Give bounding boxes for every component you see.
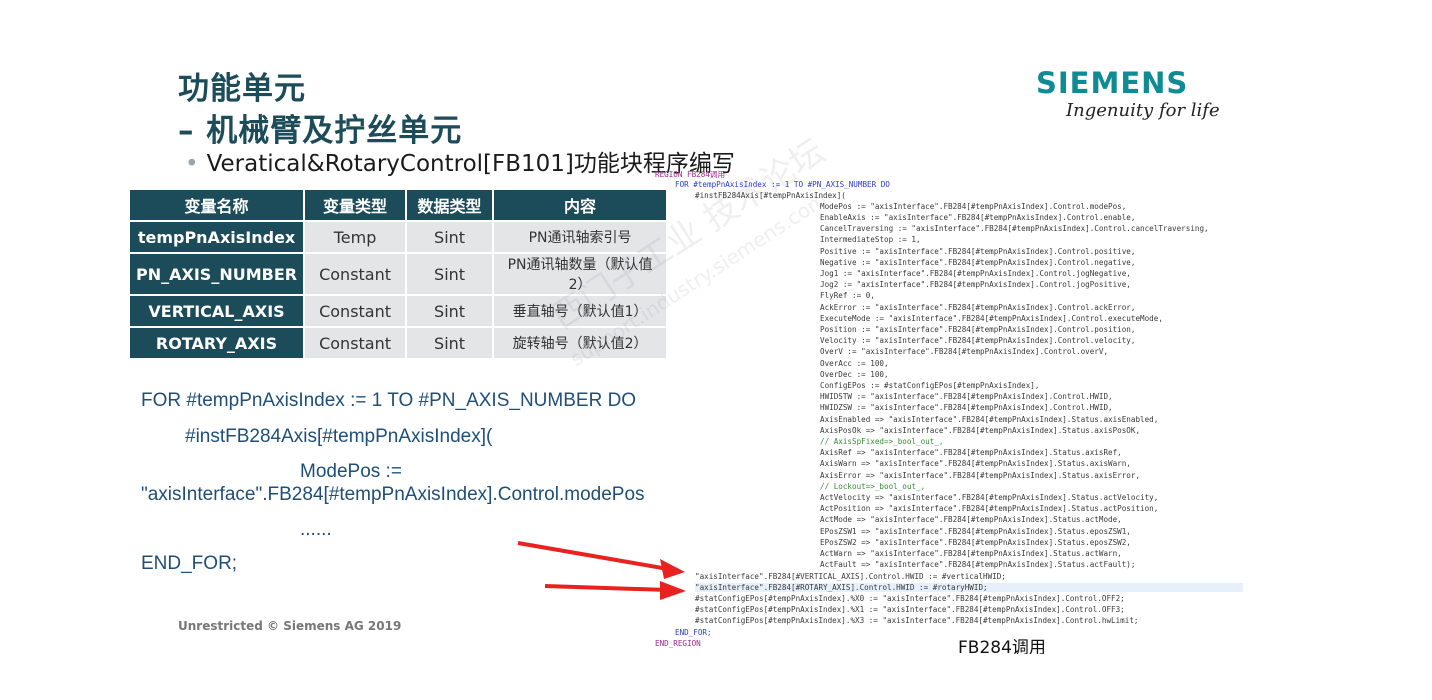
scl-line-rotary-hwid: "axisInterface".FB284[#ROTARY_AXIS].Cont…	[695, 583, 1243, 592]
column-header-vartype: 变量类型	[305, 190, 406, 220]
table-row: PN_AXIS_NUMBER Constant Sint PN通讯轴数量（默认值…	[130, 254, 667, 294]
scl-line: Negative := "axisInterface".FB284[#tempP…	[820, 258, 1136, 267]
scl-line-vertical-hwid: "axisInterface".FB284[#VERTICAL_AXIS].Co…	[695, 572, 1006, 581]
scl-line: #statConfigEPos[#tempPnAxisIndex].%X0 :=…	[695, 594, 1125, 603]
code-line-for: FOR #tempPnAxisIndex := 1 TO #PN_AXIS_NU…	[141, 390, 637, 411]
bullet-dot-icon: •	[185, 151, 199, 177]
table-row: ROTARY_AXIS Constant Sint 旋转轴号（默认值2）	[130, 328, 667, 358]
scl-line: ModePos := "axisInterface".FB284[#tempPn…	[820, 202, 1127, 211]
scl-line: Positive := "axisInterface".FB284[#tempP…	[820, 247, 1136, 256]
table-header-row: 变量名称 变量类型 数据类型 内容	[130, 190, 667, 220]
scl-line: END_REGION	[655, 639, 701, 648]
table-cell-name: PN_AXIS_NUMBER	[130, 254, 304, 294]
table-cell-name: VERTICAL_AXIS	[130, 296, 304, 326]
scl-line: EnableAxis := "axisInterface".FB284[#tem…	[820, 213, 1136, 222]
table-row: VERTICAL_AXIS Constant Sint 垂直轴号（默认值1）	[130, 296, 667, 326]
column-header-datatype: 数据类型	[407, 190, 493, 220]
scl-comment: // AxisSpFixed=>_bool_out_,	[820, 437, 944, 446]
scl-line: Jog2 := "axisInterface".FB284[#tempPnAxi…	[820, 280, 1131, 289]
table-cell-datatype: Sint	[407, 328, 493, 358]
code-line-modepos: ModePos :=	[300, 461, 402, 482]
code-line-ellipsis: ......	[300, 519, 332, 540]
table-cell-vartype: Temp	[305, 222, 406, 252]
scl-line: #instFB284Axis[#tempPnAxisIndex](	[695, 191, 846, 200]
slide-title: 功能单元	[178, 71, 306, 107]
table-cell-vartype: Constant	[305, 328, 406, 358]
scl-line: AxisRef => "axisInterface".FB284[#tempPn…	[820, 448, 1122, 457]
table-cell-content: 垂直轴号（默认值1）	[494, 296, 667, 326]
bullet-point: • Veratical&RotaryControl[FB101]功能块程序编写	[185, 144, 735, 178]
scl-comment: // Lockout=>_bool_out_,	[820, 482, 926, 491]
footer-copyright: Unrestricted © Siemens AG 2019	[178, 619, 402, 633]
scl-line: REGION FB284调用	[655, 170, 726, 179]
scl-line: ConfigEPos := #statConfigEPos[#tempPnAxi…	[820, 381, 1040, 390]
scl-line: AxisWarn => "axisInterface".FB284[#tempP…	[820, 459, 1131, 468]
scl-line: ActVelocity => "axisInterface".FB284[#te…	[820, 493, 1159, 502]
table-row: tempPnAxisIndex Temp Sint PN通讯轴索引号	[130, 222, 667, 252]
scl-line: OverAcc := 100,	[820, 359, 889, 368]
table-cell-datatype: Sint	[407, 254, 493, 294]
scl-line: EPosZSW1 => "axisInterface".FB284[#tempP…	[820, 527, 1131, 536]
scl-line: Jog1 := "axisInterface".FB284[#tempPnAxi…	[820, 269, 1131, 278]
table-cell-datatype: Sint	[407, 296, 493, 326]
scl-code-panel: REGION FB284调用 FOR #tempPnAxisIndex := 1…	[655, 169, 1243, 654]
siemens-tagline: Ingenuity for life	[1066, 100, 1220, 121]
table-cell-vartype: Constant	[305, 296, 406, 326]
siemens-logo: SIEMENS	[1036, 66, 1189, 100]
table-cell-content: PN通讯轴数量（默认值2）	[494, 254, 667, 294]
scl-line: OverDec := 100,	[820, 370, 889, 379]
scl-line: EPosZSW2 => "axisInterface".FB284[#tempP…	[820, 538, 1131, 547]
scl-line: AckError := "axisInterface".FB284[#tempP…	[820, 303, 1136, 312]
code-line-endfor: END_FOR;	[141, 553, 238, 574]
scl-line: CancelTraversing := "axisInterface".FB28…	[820, 224, 1209, 233]
scl-line: ExecuteMode := "axisInterface".FB284[#te…	[820, 314, 1163, 323]
scl-line: END_FOR;	[675, 628, 712, 637]
scl-line: AxisEnabled => "axisInterface".FB284[#te…	[820, 415, 1159, 424]
code-line-modepos-value: "axisInterface".FB284[#tempPnAxisIndex].…	[141, 484, 645, 505]
scl-line: AxisPosOk => "axisInterface".FB284[#temp…	[820, 426, 1141, 435]
table-cell-vartype: Constant	[305, 254, 406, 294]
table-cell-content: 旋转轴号（默认值2）	[494, 328, 667, 358]
scl-line: ActWarn => "axisInterface".FB284[#tempPn…	[820, 549, 1122, 558]
scl-line: Position := "axisInterface".FB284[#tempP…	[820, 325, 1136, 334]
table-cell-name: tempPnAxisIndex	[130, 222, 304, 252]
variable-table: 变量名称 变量类型 数据类型 内容 tempPnAxisIndex Temp S…	[128, 188, 668, 360]
scl-line: HWIDSTW := "axisInterface".FB284[#tempPn…	[820, 392, 1113, 401]
column-header-name: 变量名称	[130, 190, 304, 220]
code-line-instance: #instFB284Axis[#tempPnAxisIndex](	[185, 426, 493, 447]
scl-line: ActFault => "axisInterface".FB284[#tempP…	[820, 560, 1136, 569]
scl-line: AxisError => "axisInterface".FB284[#temp…	[820, 471, 1141, 480]
scl-line: HWIDZSW := "axisInterface".FB284[#tempPn…	[820, 403, 1113, 412]
scl-line: IntermediateStop := 1,	[820, 235, 921, 244]
table-cell-name: ROTARY_AXIS	[130, 328, 304, 358]
scl-caption: FB284调用	[958, 638, 1046, 654]
table-cell-content: PN通讯轴索引号	[494, 222, 667, 252]
scl-line: Velocity := "axisInterface".FB284[#tempP…	[820, 336, 1136, 345]
scl-line: #statConfigEPos[#tempPnAxisIndex].%X1 :=…	[695, 605, 1125, 614]
scl-line: ActMode => "axisInterface".FB284[#tempPn…	[820, 515, 1122, 524]
scl-line: OverV := "axisInterface".FB284[#tempPnAx…	[820, 347, 1109, 356]
scl-line: FlyRef := 0,	[820, 291, 875, 300]
scl-line: ActPosition => "axisInterface".FB284[#te…	[820, 504, 1159, 513]
table-cell-datatype: Sint	[407, 222, 493, 252]
scl-line: FOR #tempPnAxisIndex := 1 TO #PN_AXIS_NU…	[675, 180, 890, 189]
slide: 功能单元 – 机械臂及拧丝单元 • Veratical&RotaryControl…	[128, 57, 1243, 654]
scl-line: #statConfigEPos[#tempPnAxisIndex].%X3 :=…	[695, 616, 1139, 625]
column-header-content: 内容	[494, 190, 667, 220]
